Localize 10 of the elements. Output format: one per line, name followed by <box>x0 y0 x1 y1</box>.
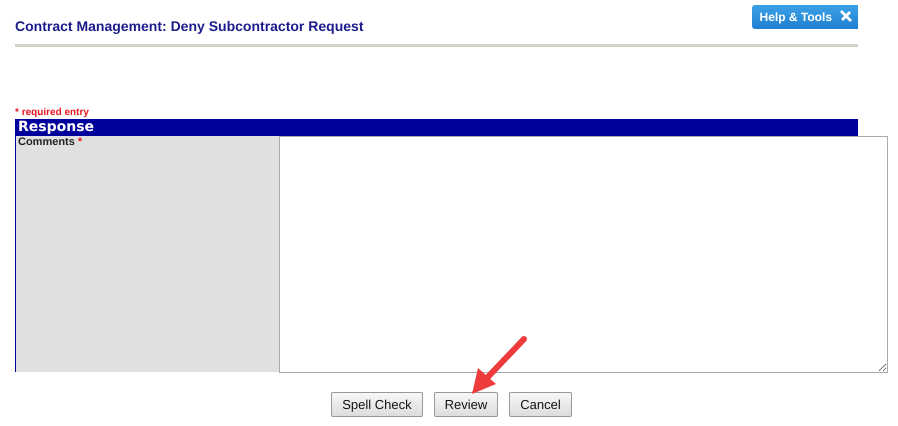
arrow-annotation <box>470 334 530 396</box>
required-mark: * <box>78 136 82 148</box>
form-button[interactable]: Review <box>434 392 498 417</box>
comments-field[interactable] <box>279 136 888 373</box>
form-button[interactable]: Spell Check <box>331 392 423 417</box>
comments-label: Comments <box>18 136 75 148</box>
section-header: Response <box>15 119 858 136</box>
page-title: Contract Management: Deny Subcontractor Request <box>15 18 364 34</box>
form-button[interactable]: Cancel <box>509 392 572 417</box>
required-note: * required entry <box>15 107 90 119</box>
